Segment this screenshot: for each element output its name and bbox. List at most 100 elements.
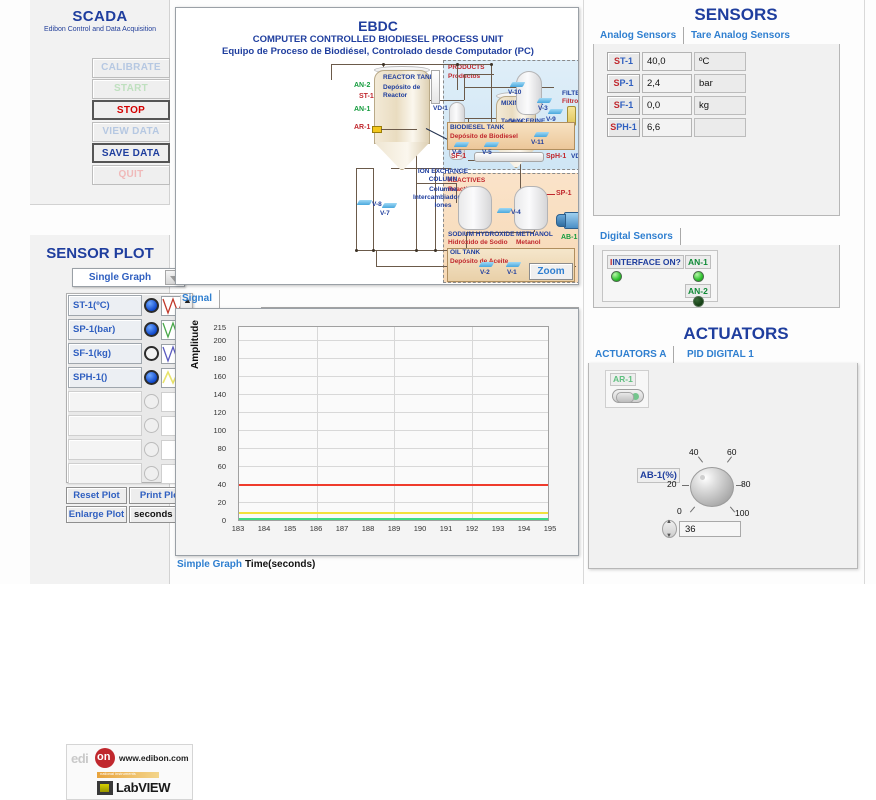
sensor-value-st-1[interactable]: 40,0	[642, 52, 692, 71]
valve-v-1-icon[interactable]	[507, 260, 520, 269]
y-tick: 120	[204, 408, 226, 417]
quit-button[interactable]: QUIT	[92, 165, 170, 185]
reactor-tank-sublabel: Depósito de Reactor	[383, 84, 429, 100]
channel-radio[interactable]	[144, 322, 159, 337]
sensor-unit-sp-1: bar	[694, 74, 746, 93]
pipe-node	[355, 249, 358, 252]
tab-digital-sensors[interactable]: Digital Sensors	[593, 228, 681, 246]
channel-radio[interactable]	[144, 442, 159, 457]
st-1-tag: ST-1	[359, 93, 374, 100]
sensor-label-sp-1: SP-1	[607, 74, 640, 93]
valve-v-10-label: V-10	[508, 89, 521, 96]
oil-tank-label: OIL TANK	[450, 249, 480, 257]
list-item[interactable]: ST-1(ºC)	[68, 295, 187, 318]
ar-1-toggle[interactable]	[612, 389, 644, 403]
valve-v-3-label: V-3	[538, 105, 548, 112]
valve-v-4-icon[interactable]	[498, 206, 511, 215]
sensor-channel-list[interactable]: ST-1(ºC) SP-1(bar) SF-1(kg)	[66, 293, 193, 483]
zoom-button[interactable]: Zoom	[529, 263, 573, 280]
sensor-label-sph-1: SPH-1	[607, 118, 640, 137]
tab-signal-vs-time[interactable]: Signal Vs Time	[175, 290, 220, 308]
y-tick: 0	[204, 516, 226, 525]
channel-radio[interactable]	[144, 466, 159, 481]
tab-actuators-a[interactable]: ACTUATORS A	[588, 346, 674, 364]
channel-radio[interactable]	[144, 346, 159, 361]
graph-mode-select[interactable]: Single Graph	[72, 268, 185, 287]
ar-1-control[interactable]: AR-1	[605, 370, 649, 408]
ion-exchange-column-label: ION EXCHANGE COLUMN	[406, 168, 480, 184]
list-item[interactable]: SPH-1()	[68, 367, 187, 390]
start-button[interactable]: START	[92, 79, 170, 99]
knob-tick-60: 60	[727, 447, 736, 457]
gridline	[317, 327, 318, 520]
list-item[interactable]: SP-1(bar)	[68, 319, 187, 342]
knob-mark	[682, 485, 689, 486]
list-item[interactable]	[68, 439, 187, 462]
right-edge-divider	[864, 0, 865, 584]
y-tick: 100	[204, 426, 226, 435]
sensor-unit-st-1: ºC	[694, 52, 746, 71]
edibon-logo-mark: on	[95, 748, 115, 768]
diagram-code: EBDC	[176, 18, 579, 34]
reset-plot-button[interactable]: Reset Plot	[66, 487, 127, 504]
list-item[interactable]	[68, 391, 187, 414]
pipe-node	[456, 63, 459, 66]
an-1-tag: AN-1	[354, 106, 370, 113]
valve-v-9-icon[interactable]	[549, 107, 562, 116]
valve-v-6-icon[interactable]	[455, 140, 468, 149]
sensor-value-sf-1[interactable]: 0,0	[642, 96, 692, 115]
y-tick: 140	[204, 390, 226, 399]
valve-v-10-icon[interactable]	[511, 80, 524, 89]
valve-v-8-icon[interactable]	[358, 198, 371, 207]
sph-1-tag: SpH-1	[546, 153, 566, 160]
edibon-url[interactable]: www.edibon.com	[119, 753, 189, 763]
ab-1-knob[interactable]	[690, 467, 734, 507]
stop-button[interactable]: STOP	[92, 100, 170, 120]
methanol-tank[interactable]	[514, 186, 548, 230]
enlarge-plot-button[interactable]: Enlarge Plot	[66, 506, 127, 523]
valve-v-2-icon[interactable]	[480, 260, 493, 269]
sodium-hydroxide-tank[interactable]	[458, 186, 492, 230]
valve-v-11-icon[interactable]	[535, 130, 548, 139]
scada-application-window: SCADA Edibon Control and Data Acquisitio…	[0, 0, 876, 584]
simple-graph-link[interactable]: Simple Graph	[177, 559, 242, 570]
list-item[interactable]: SF-1(kg)	[68, 343, 187, 366]
channel-radio[interactable]	[144, 370, 159, 385]
channel-radio[interactable]	[144, 298, 159, 313]
valve-v-7-label: V-7	[380, 210, 390, 217]
process-diagram-panel[interactable]: EBDC COMPUTER CONTROLLED BIODIESEL PROCE…	[175, 7, 579, 285]
ab-1-value-field[interactable]: 36	[679, 521, 741, 537]
y-tick: 20	[204, 498, 226, 507]
valve-v-5-icon[interactable]	[485, 140, 498, 149]
valve-v-8-label: V-8	[372, 201, 382, 208]
sensor-value-sph-1[interactable]: 6,6	[642, 118, 692, 137]
channel-radio[interactable]	[144, 418, 159, 433]
methanol-sublabel: Metanol	[516, 239, 541, 247]
sensor-name: PH-1	[616, 122, 637, 132]
list-item[interactable]	[68, 463, 187, 486]
valve-v-3-icon[interactable]	[538, 96, 551, 105]
sensor-value-sp-1[interactable]: 2,4	[642, 74, 692, 93]
view-data-button[interactable]: VIEW DATA	[92, 122, 170, 142]
list-item[interactable]	[68, 415, 187, 438]
calibrate-button[interactable]: CALIBRATE	[92, 58, 170, 78]
channel-label	[68, 415, 142, 436]
x-tick: 189	[383, 524, 405, 533]
edibon-logo-text: edi	[71, 751, 88, 766]
labview-icon	[97, 781, 113, 795]
sensor-label-st-1: ST-1	[607, 52, 640, 71]
channel-label	[68, 391, 142, 412]
plot-area[interactable]	[238, 326, 549, 521]
sensors-tab-strip: Analog Sensors Tare Analog Sensors	[593, 27, 853, 44]
knob-mark	[727, 456, 732, 462]
channel-radio[interactable]	[144, 394, 159, 409]
save-data-button[interactable]: SAVE DATA	[92, 143, 170, 163]
ar-1-tag: AR-1	[354, 124, 370, 131]
ab-1-spinner[interactable]	[662, 520, 677, 538]
biodiesel-tank-label: BIODIESEL TANK	[450, 124, 504, 132]
valve-v-7-icon[interactable]	[383, 201, 396, 210]
tab-analog-sensors[interactable]: Analog Sensors	[593, 27, 684, 45]
branding-box: edi on www.edibon.com national instrumen…	[66, 744, 193, 800]
tab-pid-digital-1[interactable]: PID DIGITAL 1	[680, 346, 761, 364]
tab-tare-analog-sensors[interactable]: Tare Analog Sensors	[684, 27, 797, 45]
